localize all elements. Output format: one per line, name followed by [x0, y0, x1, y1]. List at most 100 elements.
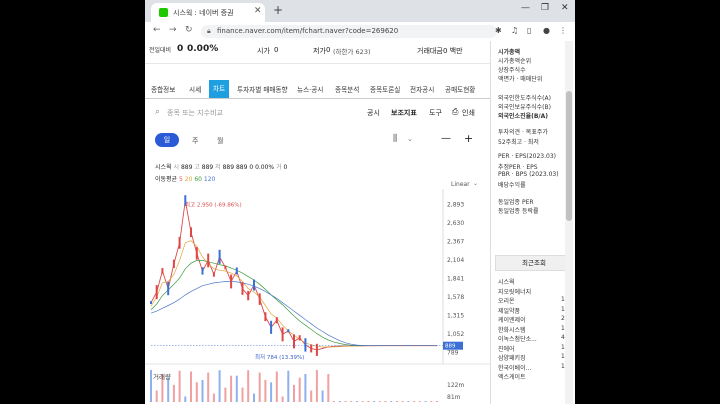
scrollbar-thumb[interactable]: [566, 91, 572, 221]
tab-title: 시스웍 : 네이버 증권: [173, 9, 234, 17]
volume-bar: [373, 401, 376, 402]
profile-icon[interactable]: ●: [543, 26, 550, 35]
recent-item[interactable]: 진에어: [498, 344, 515, 353]
lock-icon: 🔒︎: [207, 27, 211, 35]
print-button[interactable]: 인쇄: [462, 108, 475, 118]
scrollbar[interactable]: [565, 41, 573, 404]
tab-discussion[interactable]: 종목토론실: [370, 84, 400, 94]
volume-bar: [344, 401, 347, 402]
per-row: 추정PER · EPS: [498, 164, 538, 171]
ma-20: 20: [184, 176, 193, 183]
volume-bar: [418, 401, 421, 402]
tab-analysis[interactable]: 종목분석: [335, 84, 359, 94]
quote-open-label: 시: [173, 164, 180, 171]
compare-search-input[interactable]: 종목 또는 지수비교: [167, 108, 223, 118]
candle-type-icon[interactable]: ⫼: [393, 134, 397, 144]
tab-chart[interactable]: 차트: [209, 80, 230, 98]
tab-short-selling[interactable]: 공매도현황: [445, 84, 475, 94]
recent-item[interactable]: 케이엔제이: [498, 315, 526, 324]
price-chart[interactable]: 2,893 2,630 2,367 2,104 1,841 1,578 1,315 1,052…: [145, 189, 490, 404]
market-cap-row: 상장주식수: [498, 67, 526, 74]
y-tick-label: 1,315: [447, 313, 464, 320]
period-month-button[interactable]: 월: [217, 136, 223, 146]
new-tab-icon[interactable]: +: [273, 3, 283, 17]
volume-bar: [281, 396, 284, 402]
low-limit: (하한가 623): [333, 48, 371, 56]
extensions-icon[interactable]: ✱: [495, 26, 502, 35]
forward-icon[interactable]: →: [169, 25, 177, 35]
sector-row: 동일업종 PER: [498, 199, 534, 206]
ma-120: 120: [203, 176, 216, 183]
volume-bar: [207, 372, 210, 402]
menu-icon[interactable]: ⋮: [559, 26, 567, 35]
volume-bar: [361, 401, 364, 402]
tab-investor-trend[interactable]: 투자자별 매매동향: [237, 84, 288, 94]
candle: [178, 236, 181, 249]
volume-bar: [304, 374, 307, 402]
recent-item[interactable]: 지오릿에너지: [498, 287, 531, 296]
reload-icon[interactable]: ↻: [185, 25, 193, 35]
recent-item[interactable]: 시스웍: [498, 277, 515, 286]
candle: [298, 335, 301, 341]
chevron-down-icon[interactable]: ⌄: [407, 135, 413, 143]
recent-item[interactable]: 엑스게이트: [498, 372, 526, 381]
candle: [155, 285, 158, 300]
browser-tab[interactable]: 시스웍 : 네이버 증권 ✕: [151, 3, 265, 22]
candle: [275, 317, 278, 324]
volume-bar: [436, 401, 438, 402]
indicator-button[interactable]: 보조지표: [391, 108, 417, 118]
tools-button[interactable]: 도구: [429, 108, 442, 118]
y-tick-label: 2,104: [447, 257, 464, 264]
recent-item[interactable]: 한화시스템: [498, 325, 526, 334]
minimize-icon[interactable]: —: [521, 3, 530, 13]
candle: [304, 338, 307, 352]
volume-bar: [167, 377, 170, 402]
volume-bar: [247, 370, 250, 402]
media-icon[interactable]: ♫: [511, 26, 518, 35]
volume-bar: [212, 393, 215, 402]
candle: [253, 279, 255, 291]
volume-bar: [355, 401, 358, 402]
restore-icon[interactable]: ❐: [541, 3, 549, 13]
volume-bar: [230, 375, 233, 402]
recent-item[interactable]: 이녹스첨단소...: [498, 334, 537, 343]
period-week-button[interactable]: 주: [192, 136, 198, 146]
url-field[interactable]: 🔒︎ finance.naver.com/item/fchart.naver?c…: [201, 25, 497, 38]
volume-bar: [241, 387, 244, 402]
candle: [201, 267, 204, 275]
zoom-out-icon[interactable]: —: [441, 133, 451, 144]
volume-bar: [195, 382, 198, 402]
back-icon[interactable]: ←: [153, 25, 161, 35]
zoom-in-icon[interactable]: +: [464, 132, 473, 145]
candle: [241, 282, 244, 295]
recent-item[interactable]: 오리온: [498, 296, 515, 305]
candle: [224, 265, 227, 270]
tab-news[interactable]: 뉴스·공시: [297, 84, 323, 94]
tab-price[interactable]: 시세: [189, 84, 201, 94]
scale-chevron-icon[interactable]: ⌄: [473, 180, 478, 187]
ma-5: 5: [179, 176, 183, 183]
stock-info-sidebar: 시가총액 시가총액순위 상장주식수 액면가 · 매매단위 외국인한도주식수(A) 외국인보…: [490, 41, 575, 404]
candle: [212, 272, 215, 277]
recent-item[interactable]: 한국이베이...: [498, 363, 531, 372]
volume-bar: [384, 401, 387, 402]
disclosure-button[interactable]: 공시: [367, 108, 380, 118]
volume-tick-2: 81m: [447, 394, 461, 401]
low-value: 0: [326, 46, 331, 54]
close-window-icon[interactable]: ✕: [561, 3, 569, 13]
tab-disclosure[interactable]: 전자공시: [410, 84, 434, 94]
opinion-row: 52주최고 · 최저: [498, 139, 539, 146]
volume-bar: [264, 379, 267, 402]
period-day-button[interactable]: 일: [155, 133, 179, 147]
recent-item[interactable]: 제일약품: [498, 306, 520, 315]
sidebar-icon[interactable]: ▯: [527, 26, 531, 35]
ma60-line: [150, 260, 437, 347]
tab-overview[interactable]: 종합정보: [151, 84, 175, 94]
open-label: 시가: [257, 47, 270, 55]
volume-bar: [224, 387, 227, 402]
recent-item[interactable]: 삼양패키징: [498, 353, 526, 362]
close-tab-icon[interactable]: ✕: [254, 6, 262, 16]
scale-select[interactable]: Linear: [451, 181, 470, 188]
volume-bar: [396, 401, 398, 402]
candle: [270, 320, 273, 334]
